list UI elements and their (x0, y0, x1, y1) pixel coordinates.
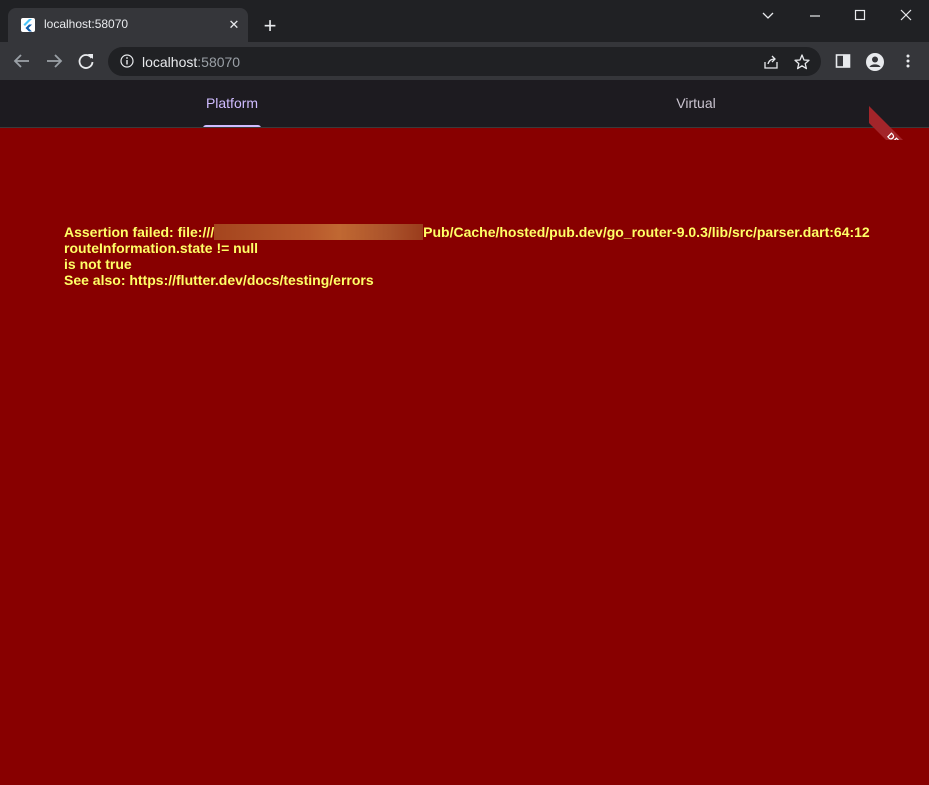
error-line-file-prefix: Assertion failed: file:/// (64, 224, 215, 240)
debug-banner-label: DEBUG (869, 100, 929, 140)
maximize-button[interactable] (848, 6, 872, 26)
debug-banner: DEBUG (869, 80, 929, 140)
tab-virtual[interactable]: Virtual (464, 80, 928, 128)
error-line-file-suffix: Pub/Cache/hosted/pub.dev/go_router-9.0.3… (423, 224, 870, 240)
url-host: localhost (142, 54, 198, 70)
new-tab-button[interactable]: + (258, 14, 282, 38)
flutter-favicon-icon (21, 18, 35, 32)
side-panel-icon[interactable] (834, 52, 852, 70)
browser-toolbar: localhost:58070 (0, 42, 929, 80)
tab-close-icon[interactable]: ✕ (226, 17, 242, 33)
error-line-result: is not true (64, 256, 132, 272)
tab-platform-label: Platform (205, 95, 259, 111)
tab-search-chevron-icon[interactable] (756, 6, 780, 26)
browser-titlebar: localhost:58070 ✕ + (0, 0, 929, 42)
url-text[interactable]: localhost:58070 (142, 54, 240, 70)
share-icon[interactable] (762, 53, 780, 71)
error-line-file: Assertion failed: file:/// Pub/Cache/host… (64, 224, 904, 240)
tab-platform[interactable]: Platform (0, 80, 464, 128)
more-menu-icon[interactable] (899, 52, 917, 70)
back-button[interactable] (11, 50, 33, 72)
forward-button[interactable] (43, 50, 65, 72)
app-tab-bar: Platform Virtual (0, 80, 929, 128)
redacted-path (214, 224, 424, 240)
browser-tab[interactable]: localhost:58070 ✕ (8, 8, 248, 42)
tab-title: localhost:58070 (44, 17, 129, 31)
reload-button[interactable] (75, 50, 97, 72)
url-port: :58070 (197, 54, 241, 70)
bookmark-star-icon[interactable] (793, 53, 811, 71)
site-info-icon[interactable] (120, 54, 134, 68)
error-line-see-also: See also: https://flutter.dev/docs/testi… (64, 272, 374, 288)
assertion-error-message: Assertion failed: file:/// Pub/Cache/host… (64, 224, 904, 288)
profile-avatar-icon[interactable] (865, 52, 884, 71)
close-window-button[interactable] (894, 6, 918, 26)
tab-virtual-label: Virtual (676, 95, 716, 111)
minimize-button[interactable] (803, 6, 827, 26)
address-bar[interactable]: localhost:58070 (108, 47, 821, 76)
error-line-condition: routeInformation.state != null (64, 240, 259, 256)
error-screen: Assertion failed: file:/// Pub/Cache/host… (0, 128, 929, 785)
